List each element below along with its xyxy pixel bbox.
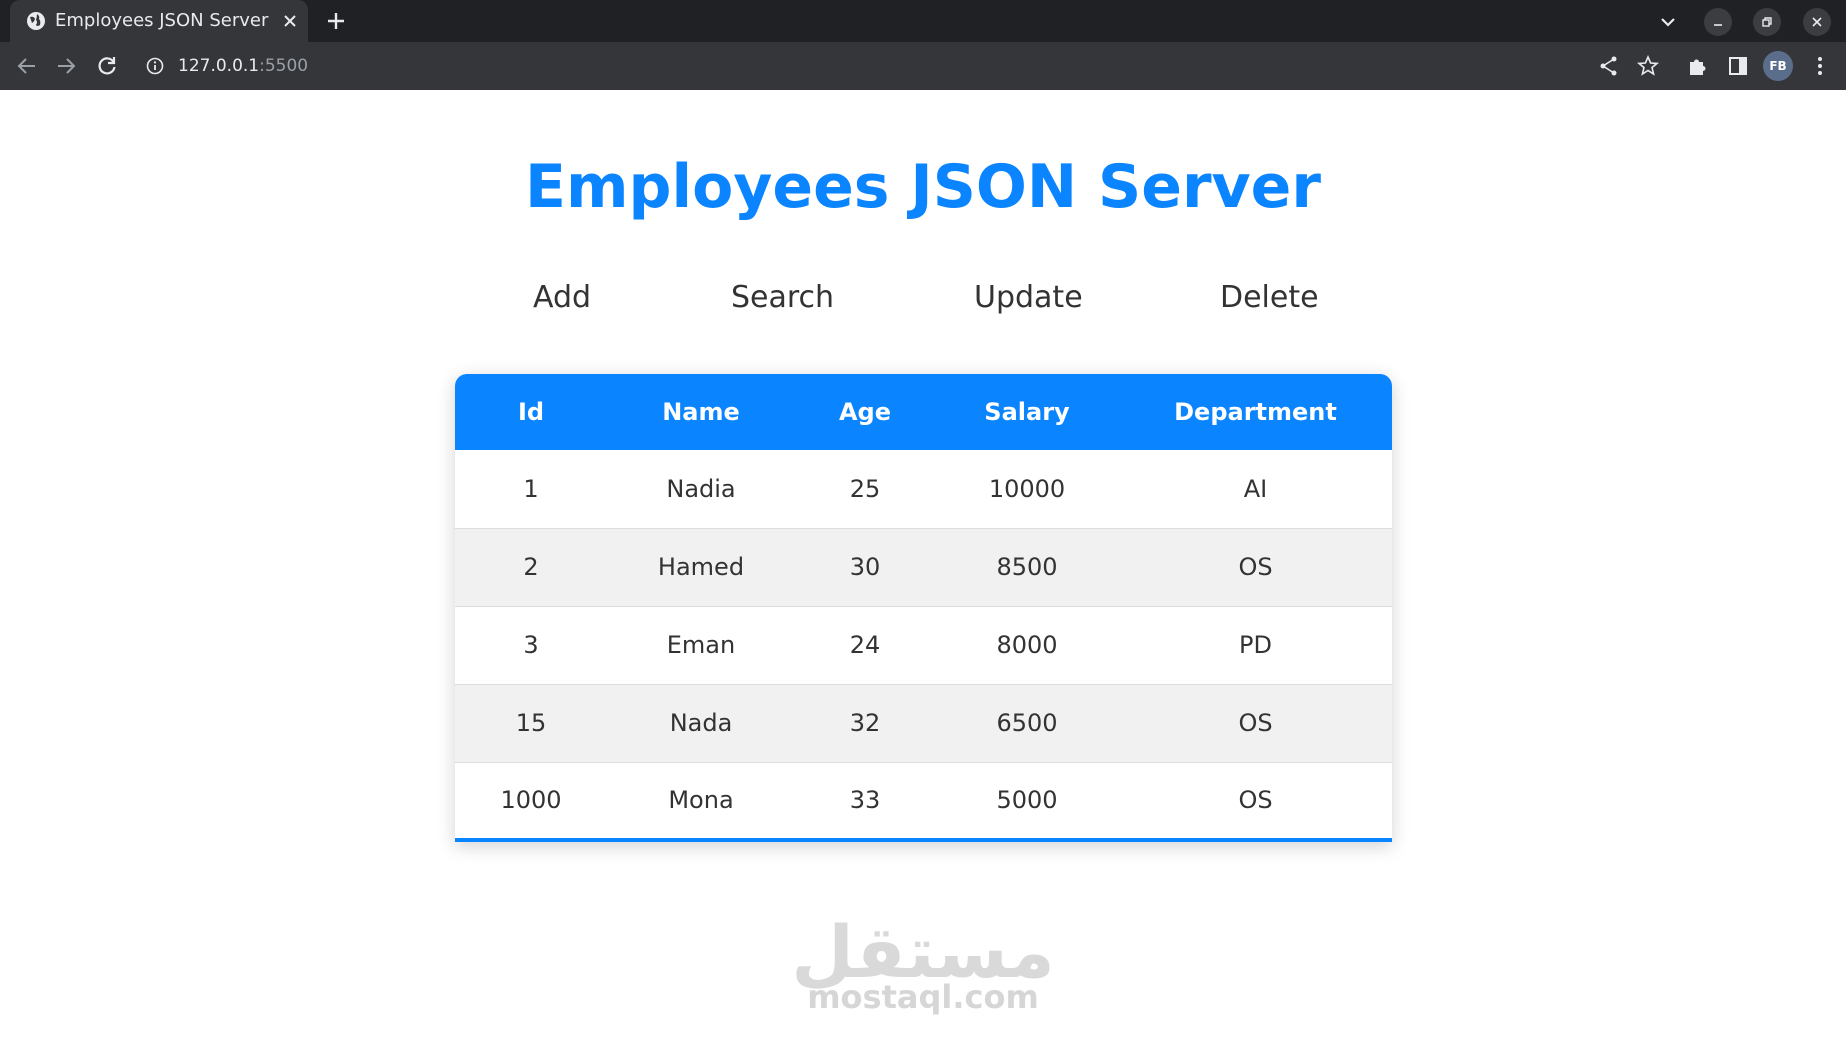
cell-age: 24 — [795, 606, 935, 685]
back-arrow-icon[interactable] — [15, 54, 39, 78]
share-icon[interactable] — [1597, 54, 1621, 78]
nav-search-link[interactable]: Search — [731, 280, 834, 315]
cell-salary: 10000 — [935, 450, 1119, 529]
cell-department: OS — [1119, 762, 1392, 842]
cell-salary: 6500 — [935, 684, 1119, 763]
table-row: 1 Nadia 25 10000 AI — [455, 450, 1392, 529]
nav-update-link[interactable]: Update — [974, 280, 1083, 315]
tab-strip: Employees JSON Server — [0, 0, 1846, 42]
column-header-name: Name — [607, 374, 795, 450]
minimize-button[interactable] — [1704, 8, 1732, 36]
cell-name: Eman — [607, 606, 795, 685]
cell-salary: 8500 — [935, 528, 1119, 607]
cell-id: 3 — [455, 606, 607, 685]
cell-name: Nada — [607, 684, 795, 763]
table-row: 15 Nada 32 6500 OS — [455, 684, 1392, 763]
profile-avatar[interactable]: FB — [1763, 51, 1793, 81]
column-header-id: Id — [455, 374, 607, 450]
info-icon[interactable] — [146, 57, 164, 75]
chevron-down-icon[interactable] — [1659, 13, 1677, 31]
cell-age: 25 — [795, 450, 935, 529]
minimize-icon — [1714, 24, 1722, 26]
cell-name: Hamed — [607, 528, 795, 607]
restore-button[interactable] — [1753, 8, 1781, 36]
cell-age: 33 — [795, 762, 935, 842]
address-bar[interactable]: 127.0.0.1:5500 — [134, 47, 1614, 85]
new-tab-icon[interactable] — [326, 11, 346, 31]
cell-id: 15 — [455, 684, 607, 763]
column-header-department: Department — [1119, 374, 1392, 450]
browser-toolbar: 127.0.0.1:5500 FB — [0, 42, 1846, 90]
close-icon — [1812, 17, 1822, 27]
extensions-icon[interactable] — [1686, 54, 1710, 78]
table-row: 3 Eman 24 8000 PD — [455, 606, 1392, 685]
restore-icon — [1762, 17, 1772, 27]
page-title: Employees JSON Server — [525, 152, 1321, 222]
employees-table-card: Id Name Age Salary Department 1 Nadia 25… — [455, 374, 1392, 842]
globe-icon — [27, 12, 45, 30]
cell-department: OS — [1119, 684, 1392, 763]
cell-salary: 5000 — [935, 762, 1119, 842]
cell-salary: 8000 — [935, 606, 1119, 685]
cell-id: 1 — [455, 450, 607, 529]
page-content: Employees JSON Server Add Search Update … — [0, 90, 1846, 1046]
cell-age: 30 — [795, 528, 935, 607]
cell-name: Nadia — [607, 450, 795, 529]
employees-table: Id Name Age Salary Department 1 Nadia 25… — [455, 374, 1392, 842]
nav-add-link[interactable]: Add — [533, 280, 591, 315]
cell-age: 32 — [795, 684, 935, 763]
table-row: 1000 Mona 33 5000 OS — [455, 762, 1392, 842]
window-close-button[interactable] — [1803, 8, 1831, 36]
url-port: :5500 — [259, 56, 309, 76]
more-menu-icon[interactable] — [1808, 54, 1832, 78]
bookmark-star-icon[interactable] — [1636, 54, 1660, 78]
url-host: 127.0.0.1 — [178, 56, 260, 76]
close-icon[interactable] — [282, 13, 298, 29]
browser-tab[interactable]: Employees JSON Server — [10, 0, 308, 42]
forward-arrow-icon[interactable] — [54, 54, 78, 78]
cell-id: 2 — [455, 528, 607, 607]
watermark-latin-text: mostaql.com — [807, 978, 1039, 1016]
mostaql-watermark: مستقل mostaql.com — [0, 912, 1846, 1016]
url-text: 127.0.0.1:5500 — [178, 47, 308, 85]
column-header-salary: Salary — [935, 374, 1119, 450]
cell-department: AI — [1119, 450, 1392, 529]
tab-title: Employees JSON Server — [55, 10, 269, 31]
nav-delete-link[interactable]: Delete — [1220, 280, 1319, 315]
cell-department: PD — [1119, 606, 1392, 685]
cell-department: OS — [1119, 528, 1392, 607]
column-header-age: Age — [795, 374, 935, 450]
table-row: 2 Hamed 30 8500 OS — [455, 528, 1392, 607]
cell-id: 1000 — [455, 762, 607, 842]
table-header-row: Id Name Age Salary Department — [455, 374, 1392, 450]
side-panel-icon[interactable] — [1726, 54, 1750, 78]
reload-icon[interactable] — [95, 54, 119, 78]
cell-name: Mona — [607, 762, 795, 842]
